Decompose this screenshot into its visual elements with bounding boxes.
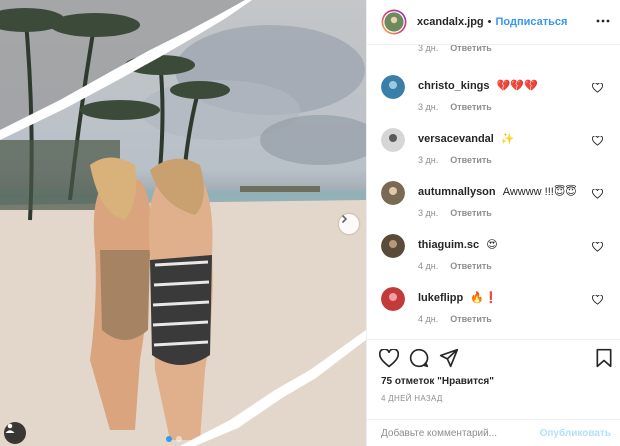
post-date: 4 ДНЕЙ НАЗАД: [381, 394, 443, 403]
comment-item: autumnallyson Awwww !!!😇😇 3 дн. Ответить: [367, 181, 620, 234]
comment-input[interactable]: [381, 427, 540, 439]
commenter-avatar[interactable]: [381, 234, 405, 258]
person-icon: [5, 423, 15, 433]
post-header: xcandalx.jpg • Подписаться: [367, 0, 620, 45]
comment-body: autumnallyson Awwww !!!😇😇: [418, 185, 577, 198]
comment-time: 3 дн.: [418, 208, 439, 218]
commenter-avatar[interactable]: [381, 128, 405, 152]
post-side-panel: xcandalx.jpg • Подписаться 3 дн. Ответит…: [366, 0, 620, 446]
comment-like-button[interactable]: [592, 295, 603, 305]
bookmark-icon: [596, 348, 612, 368]
comment-item: versacevandal ✨ 3 дн. Ответить: [367, 128, 620, 181]
post-actions: 75 отметок "Нравится" 4 ДНЕЙ НАЗАД: [367, 339, 620, 419]
comment-meta: 3 дн. Ответить: [418, 155, 492, 165]
reply-link[interactable]: Ответить: [450, 155, 492, 165]
comment-username[interactable]: autumnallyson: [418, 186, 496, 198]
comment-button[interactable]: [409, 348, 429, 368]
commenter-avatar[interactable]: [381, 287, 405, 311]
comment-item: lukeflipp 🔥❗ 4 дн. Ответить: [367, 287, 620, 339]
comment-time: 3 дн.: [418, 155, 439, 165]
comment-text: 🔥❗: [470, 292, 498, 304]
comment-text: 😍: [486, 239, 498, 251]
comment-like-button[interactable]: [592, 136, 603, 146]
comment-bubble-icon: [409, 348, 429, 368]
save-button[interactable]: [595, 348, 613, 368]
reply-link[interactable]: Ответить: [450, 45, 492, 53]
commenter-avatar[interactable]: [381, 181, 405, 205]
comment-username[interactable]: lukeflipp: [418, 292, 463, 304]
comment-username[interactable]: thiaguim.sc: [418, 239, 479, 251]
share-button[interactable]: [439, 348, 459, 368]
comment-username[interactable]: versacevandal: [418, 133, 494, 145]
comment-text: ✨: [500, 133, 515, 145]
add-comment-bar: Опубликовать: [367, 419, 620, 446]
comment-like-button[interactable]: [592, 83, 603, 93]
user-tags-button[interactable]: [4, 422, 26, 444]
reply-link[interactable]: Ответить: [450, 102, 492, 112]
slide-dot-active: [166, 436, 172, 442]
paper-plane-icon: [439, 348, 459, 368]
comment-body: thiaguim.sc 😍: [418, 238, 498, 251]
cut-comment-meta: 3 дн. Ответить: [418, 45, 492, 53]
comment-item: christo_kings 💔💔💔 3 дн. Ответить: [367, 75, 620, 128]
comment-time: 4 дн.: [418, 261, 439, 271]
post-photo[interactable]: [0, 0, 366, 446]
heart-icon: [379, 348, 399, 367]
reply-link[interactable]: Ответить: [450, 314, 492, 324]
slide-indicator: [166, 436, 182, 442]
comment-time: 3 дн.: [418, 45, 439, 53]
comment-time: 3 дн.: [418, 102, 439, 112]
comment-username[interactable]: christo_kings: [418, 80, 490, 92]
author-avatar[interactable]: [381, 9, 407, 35]
comment-text: 💔💔💔: [496, 80, 538, 92]
comment-meta: 4 дн. Ответить: [418, 314, 492, 324]
heart-outline-icon: [592, 242, 603, 252]
heart-outline-icon: [592, 189, 603, 199]
more-horizontal-icon: [596, 19, 610, 23]
comment-item: thiaguim.sc 😍 4 дн. Ответить: [367, 234, 620, 287]
comment-meta: 4 дн. Ответить: [418, 261, 492, 271]
like-button[interactable]: [379, 348, 399, 368]
header-separator: •: [487, 16, 492, 28]
slide-dot: [176, 436, 182, 442]
comment-time: 4 дн.: [418, 314, 439, 324]
comment-meta: 3 дн. Ответить: [418, 102, 492, 112]
next-slide-button[interactable]: [339, 214, 359, 234]
comment-like-button[interactable]: [592, 242, 603, 252]
likes-count[interactable]: 75 отметок "Нравится": [381, 376, 494, 387]
comment-meta: 3 дн. Ответить: [418, 208, 492, 218]
comment-like-button[interactable]: [592, 189, 603, 199]
comment-text: Awwww !!!😇😇: [502, 186, 577, 198]
comment-body: lukeflipp 🔥❗: [418, 291, 498, 304]
comment-body: christo_kings 💔💔💔: [418, 79, 538, 92]
chevron-right-icon: [341, 214, 348, 224]
heart-outline-icon: [592, 83, 603, 93]
commenter-avatar[interactable]: [381, 75, 405, 99]
comments-list[interactable]: 3 дн. Ответить christo_kings 💔💔💔 3 дн. О…: [367, 45, 620, 339]
follow-button[interactable]: Подписаться: [496, 16, 568, 28]
beach-photo-illustration: [0, 0, 366, 446]
heart-outline-icon: [592, 295, 603, 305]
action-icons: [379, 348, 459, 368]
author-username[interactable]: xcandalx.jpg: [417, 16, 484, 28]
reply-link[interactable]: Ответить: [450, 261, 492, 271]
publish-button[interactable]: Опубликовать: [540, 428, 611, 439]
heart-outline-icon: [592, 136, 603, 146]
comment-body: versacevandal ✨: [418, 132, 515, 145]
more-options-button[interactable]: [596, 14, 610, 28]
reply-link[interactable]: Ответить: [450, 208, 492, 218]
